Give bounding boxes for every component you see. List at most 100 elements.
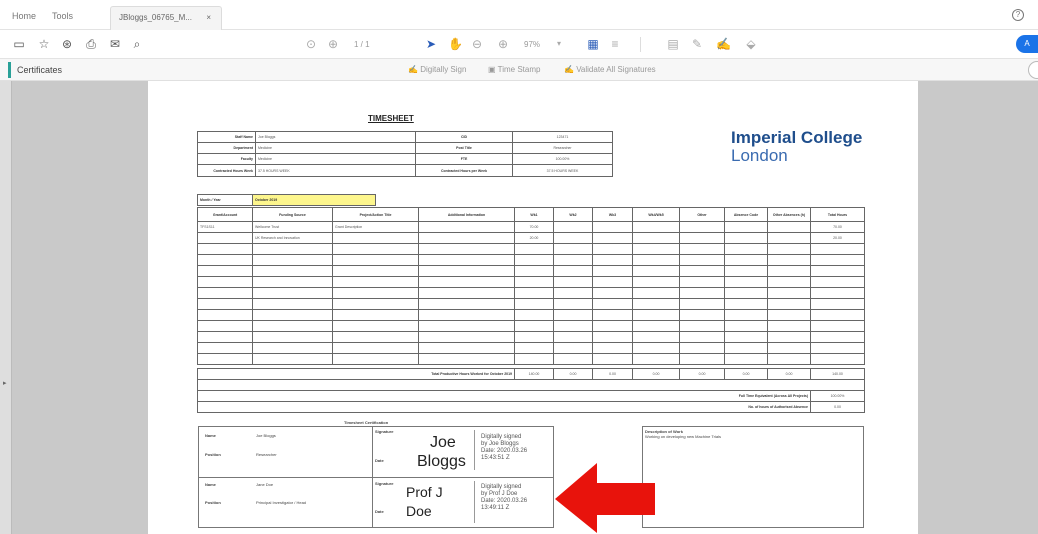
- table-cell: [679, 276, 725, 288]
- email-icon[interactable]: ✉: [108, 37, 122, 51]
- table-cell: [592, 221, 633, 233]
- certification-column-divider: [372, 426, 373, 528]
- tab-home[interactable]: Home: [12, 11, 36, 21]
- table-cell: [632, 243, 680, 255]
- table-cell: [810, 298, 865, 310]
- zoom-out-icon[interactable]: ⊖: [470, 37, 484, 51]
- certificates-bar: Certificates ✍ Digitally Sign ▣ Time Sta…: [0, 59, 1038, 81]
- table-row: [197, 243, 865, 255]
- absence-label: No. of hours of Authorised Absence: [197, 401, 811, 413]
- employee-signature-details[interactable]: Digitally signed by Joe Bloggs Date: 202…: [481, 434, 527, 462]
- read-mode-icon[interactable]: ≡: [608, 37, 622, 51]
- column-header: Other Absences (h): [767, 207, 811, 222]
- table-cell: [418, 331, 515, 343]
- signature-box-divider: [474, 481, 475, 523]
- tab-tools[interactable]: Tools: [52, 11, 73, 21]
- stamp-icon[interactable]: ⬙: [744, 37, 758, 51]
- zoom-level[interactable]: 97%: [524, 40, 540, 49]
- table-cell: [810, 342, 865, 354]
- table-row: Contracted Hours Week 37.5 HOURS WEEK Co…: [197, 164, 613, 177]
- table-cell: [679, 243, 725, 255]
- table-cell: [553, 320, 593, 332]
- table-cell: [810, 254, 865, 266]
- table-cell: [767, 320, 811, 332]
- pen-icon[interactable]: ✎: [690, 37, 704, 51]
- select-cursor-icon[interactable]: ➤: [424, 37, 438, 51]
- table-cell: [724, 298, 768, 310]
- table-cell: [767, 353, 811, 365]
- table-cell: [418, 309, 515, 321]
- search-icon[interactable]: ⌕: [130, 37, 144, 51]
- pi-name-label: Name: [205, 482, 216, 487]
- info-value: 123471: [512, 131, 613, 143]
- table-cell: [810, 309, 865, 321]
- column-header: Funding Source: [252, 207, 333, 222]
- left-panel-toggle[interactable]: ▸: [0, 81, 12, 534]
- previous-page-icon[interactable]: ⊙: [304, 37, 318, 51]
- table-cell: [724, 320, 768, 332]
- table-cell: [632, 232, 680, 244]
- column-header: Other: [679, 207, 725, 222]
- month-value: October 2019: [252, 194, 376, 206]
- table-header-row: Grant/Account Funding Source Project/Actio…: [197, 207, 865, 222]
- validate-signatures-button[interactable]: ✍ Validate All Signatures: [564, 65, 656, 74]
- total-value: 0.00: [679, 368, 725, 380]
- page-number[interactable]: 1 / 1: [354, 40, 370, 49]
- table-cell: [767, 287, 811, 299]
- table-cell: [810, 243, 865, 255]
- table-cell: [514, 342, 554, 354]
- table-cell: [418, 265, 515, 277]
- info-value: 37.5 HOURS WEEK: [255, 164, 416, 177]
- document-title: TIMESHEET: [368, 114, 414, 123]
- page-layout-icon[interactable]: ▦: [586, 37, 600, 51]
- tab-document[interactable]: JBloggs_06765_M... ×: [110, 6, 222, 30]
- table-cell: [197, 276, 253, 288]
- upload-icon[interactable]: ⊛: [60, 37, 74, 51]
- close-tab-icon[interactable]: ×: [206, 13, 211, 22]
- close-panel-icon[interactable]: [1028, 61, 1038, 79]
- share-button[interactable]: A: [1016, 35, 1038, 53]
- table-cell: [252, 276, 333, 288]
- table-cell: [767, 232, 811, 244]
- table-cell: [514, 265, 554, 277]
- table-cell: 70.00: [514, 221, 554, 233]
- table-cell: [767, 221, 811, 233]
- pi-date-label: Date: [375, 509, 384, 514]
- employee-signature-name[interactable]: Joe: [430, 434, 456, 452]
- comment-icon[interactable]: ▤: [666, 37, 680, 51]
- table-cell: [810, 331, 865, 343]
- next-page-icon[interactable]: ⊕: [326, 37, 340, 51]
- employee-position-label: Position: [205, 452, 221, 457]
- table-cell: [553, 265, 593, 277]
- fill-sign-icon[interactable]: ✍: [716, 37, 731, 51]
- expand-panel-icon[interactable]: ▸: [3, 379, 7, 387]
- totals-table: Total Productive Hours Worked for Octobe…: [197, 368, 865, 391]
- bookmark-star-icon[interactable]: ☆: [37, 37, 51, 51]
- fte-value: 100.00%: [810, 390, 865, 402]
- table-cell: [679, 265, 725, 277]
- table-cell: [252, 331, 333, 343]
- pi-signature-details[interactable]: Digitally signed by Prof J Doe Date: 202…: [481, 484, 527, 512]
- pi-signature-surname[interactable]: Doe: [406, 503, 432, 519]
- help-icon[interactable]: ?: [1012, 9, 1024, 21]
- table-cell: [418, 276, 515, 288]
- zoom-dropdown-icon[interactable]: ▾: [552, 37, 566, 51]
- hand-tool-icon[interactable]: ✋: [448, 37, 463, 51]
- table-cell: [724, 309, 768, 321]
- employee-signature-label: Signature: [375, 429, 394, 434]
- employee-signature-surname[interactable]: Bloggs: [417, 453, 466, 471]
- zoom-in-icon[interactable]: ⊕: [496, 37, 510, 51]
- table-cell: [632, 353, 680, 365]
- print-icon[interactable]: ⎙: [84, 37, 98, 51]
- table-cell: [679, 342, 725, 354]
- info-label: Staff Name: [197, 131, 256, 143]
- info-value: Medicine: [255, 142, 416, 154]
- signature-detail: Date: 2020.03.26: [481, 498, 528, 504]
- table-cell: [767, 254, 811, 266]
- table-cell: [332, 276, 419, 288]
- digitally-sign-button[interactable]: ✍ Digitally Sign: [408, 65, 466, 74]
- table-row: TFS1S11 Wellcome Trust Grant Description 70…: [197, 221, 865, 233]
- create-icon[interactable]: ▭: [12, 37, 26, 51]
- time-stamp-button[interactable]: ▣ Time Stamp: [488, 65, 540, 74]
- pi-signature-name[interactable]: Prof J: [406, 484, 443, 500]
